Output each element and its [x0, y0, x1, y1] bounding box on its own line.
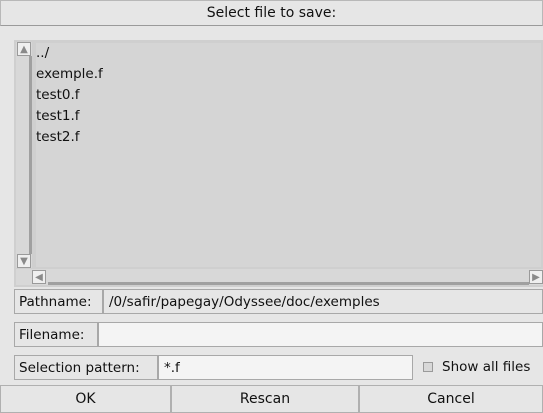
show-all-files-label[interactable]: Show all files [442, 355, 530, 380]
scroll-left-arrow-icon[interactable]: ◀ [32, 270, 46, 284]
scroll-up-arrow-icon[interactable]: ▲ [17, 42, 31, 56]
pathname-value: /0/safir/papegay/Odyssee/doc/exemples [103, 289, 543, 314]
horizontal-scrollbar[interactable]: ◀ ▶ [32, 269, 543, 285]
vertical-scroll-track[interactable] [29, 56, 32, 254]
scroll-right-arrow-icon[interactable]: ▶ [529, 270, 543, 284]
file-list[interactable]: ../ exemple.f test0.f test1.f test2.f [36, 43, 541, 267]
file-list-item[interactable]: test1.f [36, 106, 541, 127]
pathname-row: Pathname: /0/safir/papegay/Odyssee/doc/e… [14, 287, 543, 316]
file-list-item[interactable]: ../ [36, 43, 541, 64]
selection-pattern-label: Selection pattern: [14, 355, 158, 380]
file-save-dialog: Select file to save: ▲ ▼ ../ exemple.f t… [0, 0, 543, 413]
dialog-title: Select file to save: [0, 0, 543, 26]
pathname-label: Pathname: [14, 289, 103, 314]
show-all-files-checkbox[interactable] [423, 362, 433, 372]
filename-row: Filename: [14, 320, 543, 349]
filename-label: Filename: [14, 322, 98, 347]
selection-pattern-row: Selection pattern: *.f Show all files [14, 353, 543, 382]
cancel-button[interactable]: Cancel [359, 385, 543, 413]
file-list-item[interactable]: test2.f [36, 127, 541, 148]
selection-pattern-input[interactable]: *.f [158, 355, 413, 380]
ok-button[interactable]: OK [0, 385, 171, 413]
scroll-corner [16, 269, 32, 285]
scroll-down-arrow-icon[interactable]: ▼ [17, 254, 31, 268]
file-list-item[interactable]: exemple.f [36, 64, 541, 85]
file-list-item[interactable]: test0.f [36, 85, 541, 106]
rescan-button[interactable]: Rescan [171, 385, 359, 413]
horizontal-scroll-track[interactable] [48, 282, 529, 285]
vertical-scrollbar[interactable]: ▲ ▼ [16, 42, 32, 268]
filename-input[interactable] [98, 322, 543, 347]
button-row: OK Rescan Cancel [0, 384, 543, 413]
